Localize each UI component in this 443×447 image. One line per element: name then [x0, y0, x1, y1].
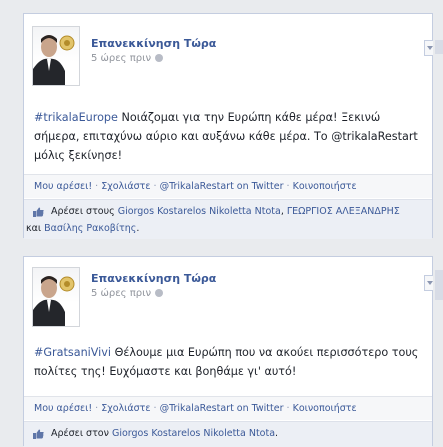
avatar[interactable] — [32, 267, 80, 327]
twitter-link[interactable]: @TrikalaRestart on Twitter — [160, 403, 284, 414]
author-name[interactable]: Επανεκκίνηση Τώρα — [91, 37, 216, 50]
liker-link[interactable]: Giorgos Kostarelos — [118, 206, 206, 217]
thumbs-up-icon — [33, 429, 44, 439]
action-bar: Μου αρέσει! · Σχολιάστε · @TrikalaRestar… — [24, 174, 432, 198]
likes-prefix: Αρέσει στον — [51, 428, 109, 439]
post-message: #GratsaniVivi Θέλουμε μια Ευρώπη που να … — [34, 343, 426, 381]
likes-suffix: . — [275, 428, 279, 439]
post-time[interactable]: 5 ώρες πριν — [91, 288, 164, 299]
like-button[interactable]: Μου αρέσει! — [34, 403, 92, 414]
share-button[interactable]: Κοινοποιήστε — [293, 403, 357, 414]
globe-icon — [155, 289, 164, 297]
scroll-edge-top — [435, 40, 443, 54]
comment-button[interactable]: Σχολιάστε — [101, 181, 150, 192]
chevron-down-icon[interactable] — [424, 40, 433, 56]
liker-link[interactable]: Nikoletta Ntota — [209, 206, 281, 217]
action-bar: Μου αρέσει! · Σχολιάστε · @TrikalaRestar… — [24, 396, 432, 420]
liker-link[interactable]: ΓΕΩΡΓΙΟΣ ΑΛΕΞΑΝΔΡΗΣ — [287, 206, 400, 217]
likes-bar: Αρέσει στους Giorgos Kostarelos Nikolett… — [24, 199, 432, 239]
author-name[interactable]: Επανεκκίνηση Τώρα — [91, 272, 216, 285]
post-message: #trikalaEurope Νοιάζομαι για την Ευρώπη … — [34, 108, 426, 165]
hashtag-link[interactable]: #GratsaniVivi — [34, 346, 111, 359]
likes-prefix: Αρέσει στους — [51, 206, 115, 217]
avatar[interactable] — [32, 26, 80, 86]
feed-story: Επανεκκίνηση Τώρα 5 ώρες πριν #GratsaniV… — [23, 256, 433, 447]
globe-icon — [155, 54, 164, 62]
likes-bar: Αρέσει στον Giorgos Kostarelos Nikoletta… — [24, 421, 432, 447]
feed-story: Επανεκκίνηση Τώρα 5 ώρες πριν #trikalaEu… — [23, 13, 433, 239]
likes-suffix: . — [136, 223, 140, 234]
post-time-label: 5 ώρες πριν — [91, 288, 152, 299]
avatar-image — [33, 276, 75, 326]
and-word: και — [26, 223, 42, 234]
avatar-image — [33, 35, 75, 85]
chevron-down-icon[interactable] — [424, 275, 433, 291]
post-time[interactable]: 5 ώρες πριν — [91, 53, 164, 64]
twitter-link[interactable]: @TrikalaRestart on Twitter — [160, 181, 284, 192]
share-button[interactable]: Κοινοποιήστε — [293, 181, 357, 192]
post-time-label: 5 ώρες πριν — [91, 53, 152, 64]
scroll-edge-bottom — [435, 270, 443, 300]
liker-link[interactable]: Nikoletta Ntota — [203, 428, 275, 439]
comment-button[interactable]: Σχολιάστε — [101, 403, 150, 414]
hashtag-link[interactable]: #trikalaEurope — [34, 111, 118, 124]
liker-link[interactable]: Βασίλης Ρακοβίτης — [44, 223, 136, 234]
liker-link[interactable]: Giorgos Kostarelos — [112, 428, 200, 439]
thumbs-up-icon — [33, 207, 44, 217]
like-button[interactable]: Μου αρέσει! — [34, 181, 92, 192]
